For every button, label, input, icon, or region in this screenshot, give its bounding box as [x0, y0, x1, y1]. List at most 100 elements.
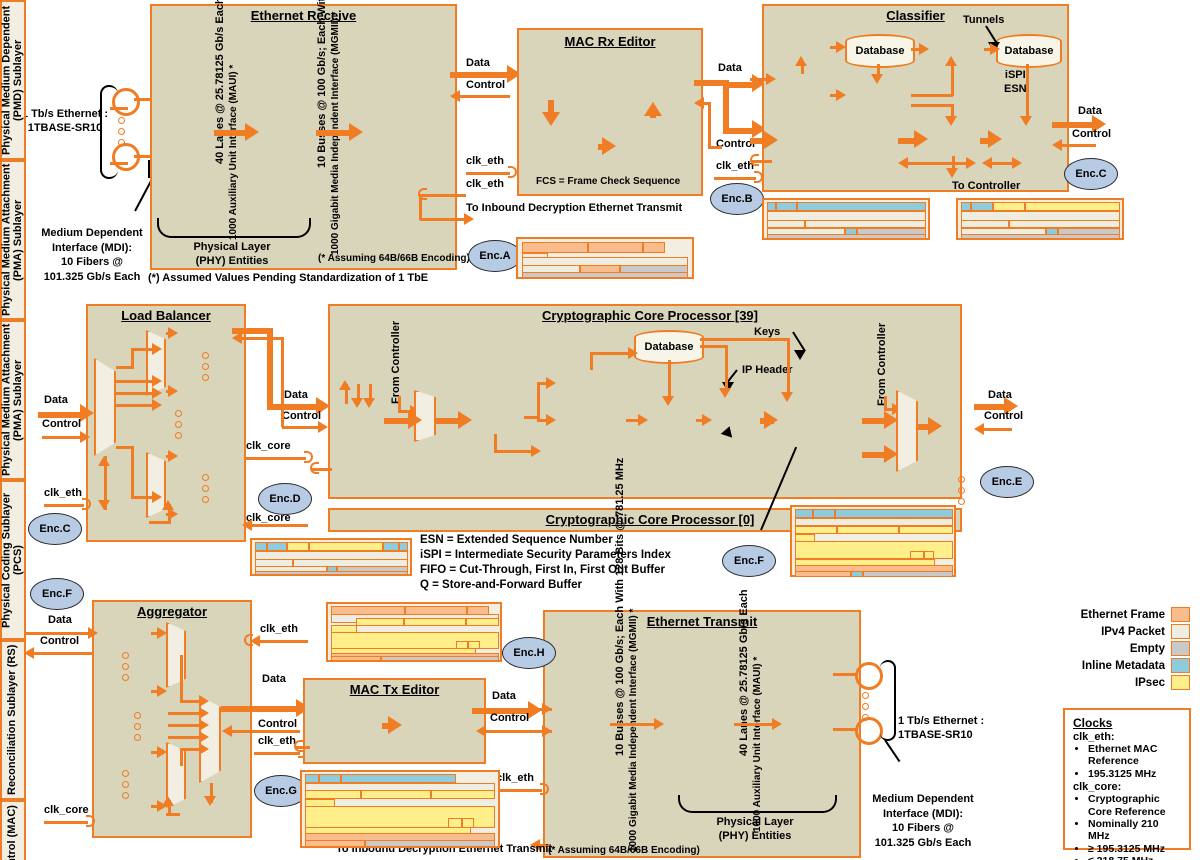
- legend-row: Inline Metadata: [1000, 657, 1190, 674]
- et-clk-eth: clk_eth: [496, 772, 534, 784]
- er-rs-sublayer: Reconciliation Sublayer (RS): [0, 640, 26, 800]
- er-pma-sublayer-2: Physical Medium Attachment (PMA) Sublaye…: [0, 320, 26, 480]
- enc-marker-c-1: Enc.C: [1064, 158, 1118, 190]
- er-out-control: Control: [466, 79, 506, 91]
- packet-strip-rx: [516, 237, 694, 279]
- lb-dots-2: [175, 410, 182, 439]
- et-phy-label: Physical Layer (PHY) Entities: [716, 816, 794, 843]
- mrx-fcs-note: FCS = Frame Check Sequence: [536, 176, 681, 187]
- fiber-circle-tx-top: [855, 662, 883, 690]
- clocks-legend: Clocks clk_eth: Ethernet MAC Reference 1…: [1063, 708, 1191, 860]
- classifier-title: Classifier: [886, 8, 945, 23]
- clk-core-item: Nominally 210 MHz: [1088, 818, 1181, 843]
- acronym-list: ESN = Extended Sequence Number iSPI = In…: [420, 534, 671, 591]
- enc-marker-e: Enc.F: [722, 545, 776, 577]
- er-pma-sublayer-1: Physical Medium Attachment (PMA) Sublaye…: [0, 160, 26, 320]
- cls-tunnels-label: Tunnels: [963, 14, 1005, 26]
- mrx-clk-eth: clk_eth: [716, 160, 754, 172]
- clk-eth-head: clk_eth:: [1073, 731, 1115, 743]
- lb-mux-main: [94, 358, 116, 456]
- agg-dots-2: [134, 712, 141, 741]
- et-encoding-note: (* Assuming 64B/66B Encoding): [548, 845, 700, 856]
- packet-strip-lb: [250, 538, 412, 576]
- enc-marker-f-1: Enc.E: [980, 466, 1034, 498]
- lb-dots-3: [202, 474, 209, 503]
- er-mac-sublayer: Media Access Control (MAC): [0, 800, 26, 860]
- legend-row: Ethernet Frame: [1000, 606, 1190, 623]
- ccp0-title: Cryptographic Core Processor [0]: [545, 512, 755, 527]
- cls-database-1: Database: [845, 34, 915, 68]
- fiber-circle-tx-bottom: [855, 717, 883, 745]
- legend-row: IPv4 Packet: [1000, 623, 1190, 640]
- et-mgmii-iface: 1000 Gigabit Media Independent Interface…: [628, 608, 639, 852]
- lb-clk-eth: clk_eth: [44, 487, 82, 499]
- mac-tx-editor-title: MAC Tx Editor: [349, 682, 440, 697]
- et-mgmii-rate: 10 Busses @ 100 Gb/s; Each With 128 Bits…: [614, 457, 626, 756]
- diagram-canvas: 1 Tb/s Ethernet :1TBASE-SR10 Medium Depe…: [0, 0, 1200, 860]
- mdi-label-tx: Medium Dependent Interface (MDI): 10 Fiber…: [872, 793, 974, 849]
- mac-rx-editor-title: MAC Rx Editor: [564, 34, 656, 49]
- clk-core-item: ≥ 195.3125 MHz: [1088, 843, 1181, 855]
- packet-strip-mtx: [300, 770, 500, 848]
- ccp-from-controller-1: From Controller: [390, 320, 402, 404]
- er-encoding-note: (* Assuming 64B/66B Encoding): [318, 253, 470, 264]
- cls-ispi-esn: iSPI ESN: [1004, 69, 1027, 95]
- fiber-dots-tx: [862, 692, 869, 721]
- packet-strip-cls-2: [956, 198, 1124, 240]
- agg-mux-upper: [166, 622, 186, 688]
- enc-marker-c-2: Enc.C: [28, 513, 82, 545]
- agg-clk-core: clk_core: [44, 804, 89, 816]
- er-phy-label: Physical Layer (PHY) Entities: [193, 241, 271, 268]
- ethernet-receive-title: Ethernet Receive: [250, 8, 357, 23]
- cls-out-control: Control: [1072, 128, 1112, 140]
- fiber-dots: [118, 117, 125, 146]
- agg-clk-eth-2: clk_eth: [258, 735, 296, 747]
- er-out-data: Data: [466, 57, 490, 69]
- enc-marker-f-2: Enc.F: [30, 578, 84, 610]
- er-mgmii-iface: 1000 Gigabit Media Independent Interface…: [330, 12, 341, 255]
- ccp-from-controller-2: From Controller: [876, 322, 888, 406]
- lb-out-data: Data: [284, 389, 308, 401]
- er-clk-eth-2: clk_eth: [466, 178, 504, 190]
- er-to-inbound: To Inbound Decryption Ethernet Transmit: [466, 202, 683, 214]
- ccp-dots: [958, 476, 965, 505]
- clk-core-head: clk_core:: [1073, 781, 1122, 794]
- et-maui-rate: 40 Lanes @ 25.78125 Gb/s Each: [738, 589, 750, 756]
- clk-eth-item: Ethernet MAC Reference: [1088, 743, 1181, 768]
- aggregator-title: Aggregator: [136, 604, 208, 619]
- enc-marker-d: Enc.D: [258, 483, 312, 515]
- agg-dots-3: [122, 770, 129, 799]
- ccp-keys-label: Keys: [754, 326, 781, 338]
- ccp-out-control: Control: [984, 410, 1024, 422]
- enc-marker-a: Enc.A: [468, 240, 522, 272]
- lb-clk-core-in: clk_core: [246, 512, 291, 524]
- clk-eth-item: 195.3125 MHz: [1088, 768, 1181, 780]
- legend-row: IPsec: [1000, 674, 1190, 691]
- lb-dots-1: [202, 352, 209, 381]
- er-maui-rate: 40 Lanes @ 25.78125 Gb/s Each: [214, 0, 226, 164]
- ccp39-title: Cryptographic Core Processor [39]: [541, 308, 758, 323]
- er-pcs-sublayer: Physical Coding Sublayer (PCS): [0, 480, 26, 640]
- mtx-out-data: Data: [492, 690, 516, 702]
- et-out-label: 1 Tb/s Ethernet :1TBASE-SR10: [898, 715, 985, 742]
- cls-database-2: Database: [996, 34, 1062, 68]
- ccp-ip-header-label: IP Header: [742, 364, 793, 376]
- mrx-out-data: Data: [718, 62, 742, 74]
- agg-in-data: Data: [48, 614, 72, 626]
- enc-marker-h: Enc.H: [502, 637, 556, 669]
- ccp-out-data: Data: [988, 389, 1012, 401]
- legend-row: Empty: [1000, 640, 1190, 657]
- packet-strip-agg: [326, 602, 502, 662]
- enc-marker-b: Enc.B: [710, 183, 764, 215]
- clk-core-item: ≤ 218.75 MHz: [1088, 855, 1181, 860]
- ccp-mux-out: [896, 390, 918, 472]
- packet-strip-ccp: [790, 505, 956, 577]
- mdi-label-rx: Medium Dependent Interface (MDI): 10 Fiber…: [41, 227, 143, 283]
- fiber-circle-top: [112, 88, 140, 116]
- lb-in-data: Data: [44, 394, 68, 406]
- agg-out-data: Data: [262, 673, 286, 685]
- cls-to-controller: To Controller: [952, 180, 1021, 192]
- mtx-out-control: Control: [490, 712, 530, 724]
- lb-clk-core-out: clk_core: [246, 440, 291, 452]
- load-balancer-title: Load Balancer: [121, 308, 211, 323]
